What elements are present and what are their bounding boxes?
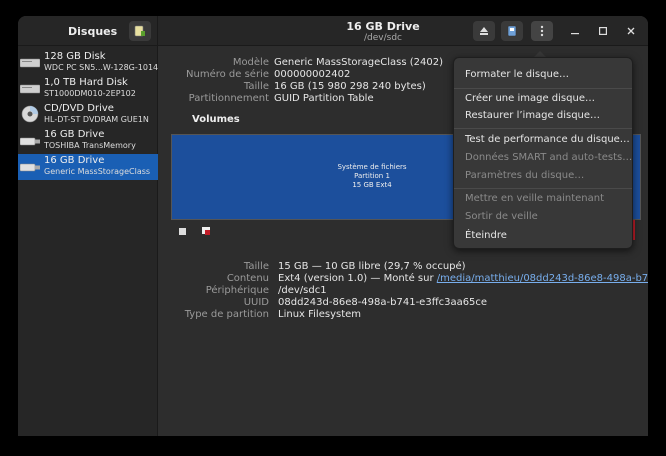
drive-menu-popover: Formater le disque… Créer une image disq… (453, 57, 633, 249)
partition-options-button[interactable] (197, 224, 215, 238)
more-vertical-icon (540, 25, 544, 37)
disk-image-icon (134, 25, 145, 37)
volumes-title: Volumes (192, 114, 240, 125)
stop-icon (178, 227, 186, 235)
contents-value: Ext4 (version 1.0) — Monté sur /media/ma… (278, 273, 648, 284)
disk-name: CD/DVD Drive (44, 103, 114, 114)
contents-label: Contenu (226, 273, 269, 284)
partitioning-label: Partitionnement (188, 93, 269, 104)
volume-size-value: 15 GB — 10 GB libre (29,7 % occupé) (278, 261, 466, 272)
usb-drive-icon (20, 137, 40, 146)
eject-icon (480, 27, 488, 35)
menu-separator (454, 88, 632, 89)
drive-power-icon (507, 25, 517, 37)
disk-list-item[interactable]: 16 GB Drive TOSHIBA TransMemory (18, 128, 158, 154)
volume-size-label: Taille (243, 261, 269, 272)
serial-value: 000000002402 (274, 69, 351, 80)
partition-type-value: Linux Filesystem (278, 309, 362, 320)
attach-disk-image-button[interactable] (129, 21, 151, 41)
usb-drive-icon (20, 163, 40, 172)
menu-format-disk[interactable]: Formater le disque… (465, 69, 569, 80)
menu-standby: Mettre en veille maintenant (465, 193, 605, 204)
sidebar-header: Disques (18, 16, 158, 46)
menu-separator (454, 128, 632, 129)
disk-name: 16 GB Drive (44, 129, 105, 140)
size-value: 16 GB (15 980 298 240 bytes) (274, 81, 426, 92)
menu-create-image[interactable]: Créer une image disque… (465, 93, 595, 104)
power-off-button[interactable] (501, 21, 523, 41)
menu-separator (454, 188, 632, 189)
close-button[interactable] (623, 23, 639, 39)
device-value: /dev/sdc1 (278, 285, 327, 296)
menu-smart: Données SMART and auto-tests… (465, 152, 633, 163)
model-label: Modèle (232, 57, 269, 68)
disk-model: Generic MassStorageClass (44, 167, 151, 176)
optical-disc-icon (21, 105, 39, 123)
menu-wakeup: Sortir de veille (465, 211, 538, 222)
close-icon (627, 27, 635, 35)
drive-menu-button[interactable] (531, 21, 553, 41)
hard-disk-icon (20, 58, 40, 68)
partition-type-label: Type de partition (184, 309, 269, 320)
drive-path: /dev/sdc (364, 33, 402, 43)
maximize-button[interactable] (595, 23, 611, 39)
header-bar: Disques 16 GB Drive /dev/sdc (18, 16, 648, 46)
disk-model: WDC PC SN5...W-128G-1014 (44, 63, 159, 72)
menu-benchmark[interactable]: Test de performance du disque… (465, 134, 630, 145)
unmount-button[interactable] (173, 224, 191, 238)
minimize-button[interactable] (567, 23, 583, 39)
mount-point-link[interactable]: /media/matthieu/08dd243d-86e8-498a-b741-… (437, 273, 648, 284)
disk-name: 16 GB Drive (44, 155, 105, 166)
disk-name: 128 GB Disk (44, 51, 106, 62)
disk-list-item[interactable]: CD/DVD Drive HL-DT-ST DVDRAM GUE1N (18, 102, 158, 128)
model-value: Generic MassStorageClass (2402) (274, 57, 443, 68)
partitioning-value: GUID Partition Table (274, 93, 374, 104)
disk-list-item-selected[interactable]: 16 GB Drive Generic MassStorageClass (18, 154, 158, 180)
disk-list-item[interactable]: 128 GB Disk WDC PC SN5...W-128G-1014 (18, 50, 158, 76)
maximize-icon (599, 27, 607, 35)
disk-list: 128 GB Disk WDC PC SN5...W-128G-1014 1,0… (18, 46, 158, 436)
disk-name: 1,0 TB Hard Disk (44, 77, 128, 88)
drive-title: 16 GB Drive (346, 20, 420, 33)
contents-text: Ext4 (version 1.0) — Monté sur (278, 273, 437, 284)
uuid-value: 08dd243d-86e8-498a-b741-e3ffc3aa65ce (278, 297, 488, 308)
uuid-label: UUID (243, 297, 269, 308)
menu-restore-image[interactable]: Restaurer l’image disque… (465, 110, 600, 121)
menu-power-off[interactable]: Éteindre (465, 230, 507, 241)
disk-model: TOSHIBA TransMemory (44, 141, 136, 150)
app-title: Disques (68, 25, 118, 38)
disk-model: ST1000DM010-2EP102 (44, 89, 136, 98)
hard-disk-icon (20, 84, 40, 94)
minimize-icon (571, 33, 579, 35)
eject-button[interactable] (473, 21, 495, 41)
disk-model: HL-DT-ST DVDRAM GUE1N (44, 115, 149, 124)
device-label: Périphérique (205, 285, 269, 296)
size-label: Taille (243, 81, 269, 92)
settings-icon (202, 227, 210, 235)
menu-drive-settings: Paramètres du disque… (465, 170, 585, 181)
serial-label: Numéro de série (186, 69, 269, 80)
disk-list-item[interactable]: 1,0 TB Hard Disk ST1000DM010-2EP102 (18, 76, 158, 102)
